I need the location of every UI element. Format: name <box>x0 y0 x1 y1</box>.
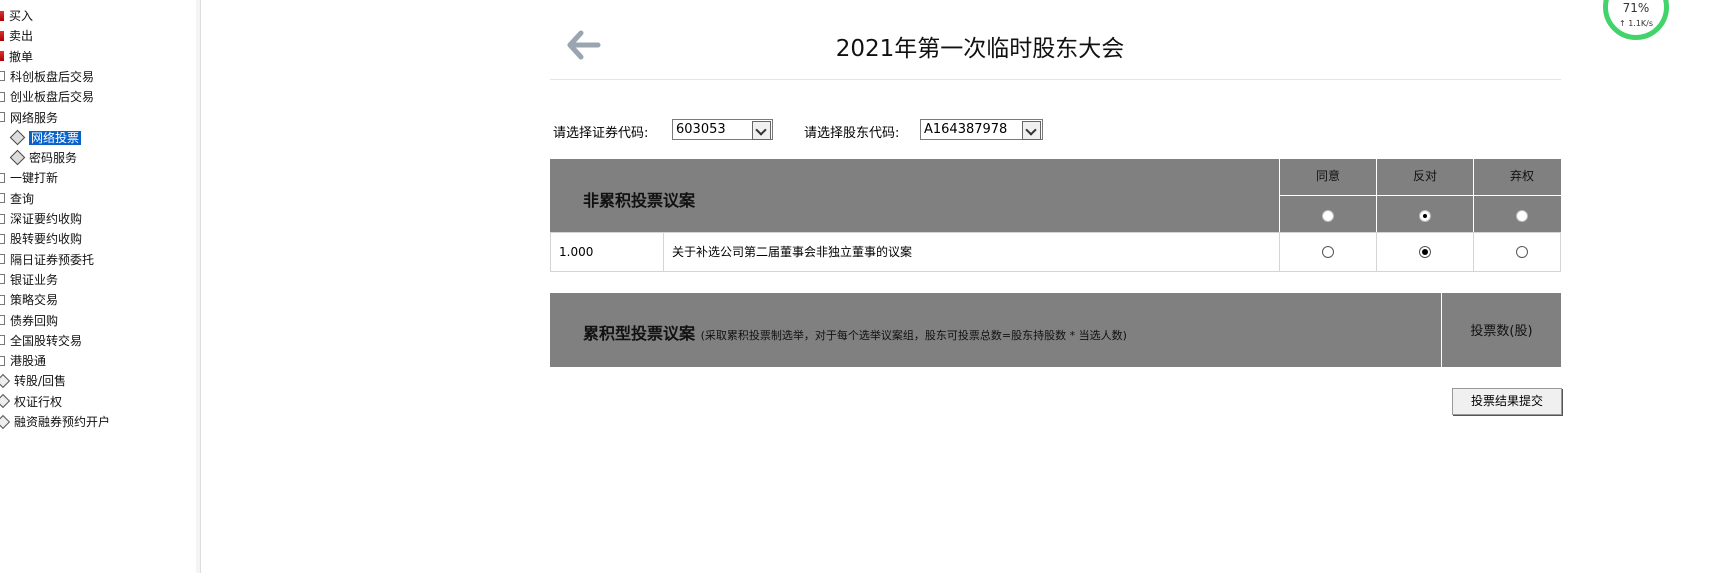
folder-icon <box>0 294 5 305</box>
tree-item[interactable]: 一键打新 <box>0 169 58 187</box>
tree-item-label: 创业板盘后交易 <box>10 90 95 105</box>
sell-icon <box>0 30 4 41</box>
tree-item-label: 全国股转交易 <box>10 333 83 348</box>
page-title: 2021年第一次临时股东大会 <box>835 36 1125 62</box>
security-code-value: 603053 <box>676 122 726 137</box>
tree-item-label: 银证业务 <box>10 272 59 287</box>
title-divider <box>550 79 1561 80</box>
abstain-radio[interactable] <box>1516 246 1528 258</box>
speed-percent: 71% <box>1622 1 1650 15</box>
tree-item-label: 权证行权 <box>14 394 63 409</box>
tree-item-label: 港股通 <box>10 354 47 369</box>
column-vote-count: 投票数(股) <box>1470 324 1533 339</box>
cumulative-note: (采取累积投票制选举，对于每个选举议案组，股东可投票总数=股东持股数 * 当选人… <box>700 329 1127 342</box>
noncumulative-table: 非累积投票议案 同意 反对 弃权 1.000 关于补选公司第二届董事会非独立董事… <box>550 159 1561 272</box>
folder-icon <box>0 213 5 224</box>
folder-icon <box>0 91 5 102</box>
tree-item[interactable]: 港股通 <box>0 352 46 370</box>
tree-item[interactable]: 债券回购 <box>0 312 58 330</box>
tree-item[interactable]: 转股/回售 <box>0 372 66 390</box>
folder-icon <box>0 112 5 122</box>
select-all-agree-radio[interactable] <box>1322 210 1334 222</box>
folder-icon <box>0 172 5 183</box>
tree-item-label: 转股/回售 <box>14 374 67 389</box>
noncumulative-title: 非累积投票议案 <box>583 191 696 210</box>
tree-item-label: 买入 <box>9 9 34 23</box>
tree-item[interactable]: 隔日证券预委托 <box>0 251 94 269</box>
select-all-oppose-radio[interactable] <box>1419 210 1431 222</box>
tree-item[interactable]: 撤单 <box>0 48 33 66</box>
column-oppose: 反对 <box>1412 169 1437 183</box>
diamond-icon <box>0 414 11 429</box>
tree-item-label: 科创板盘后交易 <box>10 69 95 84</box>
tree-item-label: 卖出 <box>9 29 34 44</box>
tree-item[interactable]: 查询 <box>0 190 34 208</box>
holder-code-select[interactable]: A164387978 <box>920 119 1043 140</box>
cancel-order-icon <box>0 51 4 62</box>
folder-icon <box>0 233 5 244</box>
proposal-text: 关于补选公司第二届董事会非独立董事的议案 <box>672 245 913 259</box>
diamond-icon <box>9 129 26 146</box>
diamond-icon <box>9 149 26 166</box>
tree-item-label: 股转要约收购 <box>10 232 83 247</box>
tree-item-label: 一键打新 <box>10 171 59 186</box>
tree-item-label: 隔日证券预委托 <box>10 252 95 267</box>
folder-icon <box>0 315 5 325</box>
folder-icon <box>0 355 5 366</box>
speed-widget[interactable]: 71% ↑ 1.1K/s <box>1603 0 1669 40</box>
tree-item[interactable]: 创业板盘后交易 <box>0 88 94 106</box>
tree-item[interactable]: 买入 <box>0 7 33 25</box>
oppose-radio[interactable] <box>1419 246 1431 258</box>
tree-item-label: 策略交易 <box>10 293 59 308</box>
noncumulative-header: 非累积投票议案 同意 反对 弃权 <box>550 159 1561 232</box>
diamond-icon <box>0 394 11 409</box>
diamond-icon <box>0 373 11 388</box>
buy-icon <box>0 10 4 21</box>
tree-item-label: 网络服务 <box>10 110 59 125</box>
tree-item[interactable]: 卖出 <box>0 27 33 45</box>
folder-icon <box>0 274 5 285</box>
tree-item[interactable]: 网络投票 <box>9 129 82 147</box>
tree-item[interactable]: 密码服务 <box>9 149 78 167</box>
tree-item-label: 债券回购 <box>10 313 59 328</box>
folder-icon <box>0 193 5 204</box>
tree-item[interactable]: 权证行权 <box>0 393 62 411</box>
cumulative-table: 累积型投票议案 (采取累积投票制选举，对于每个选举议案组，股东可投票总数=股东持… <box>550 293 1561 367</box>
proposal-number: 1.000 <box>559 245 594 259</box>
security-code-label: 请选择证券代码: <box>553 126 649 141</box>
select-all-abstain-radio[interactable] <box>1516 210 1528 222</box>
folder-icon <box>0 254 5 265</box>
tree-item[interactable]: 网络服务 <box>0 109 58 127</box>
chevron-down-icon[interactable] <box>752 121 771 140</box>
folder-icon <box>0 335 5 346</box>
tree-item-label: 撤单 <box>9 49 34 64</box>
folder-icon <box>0 71 5 82</box>
submit-vote-button[interactable]: 投票结果提交 <box>1452 388 1562 415</box>
tree-item[interactable]: 科创板盘后交易 <box>0 68 94 86</box>
chevron-down-icon[interactable] <box>1022 121 1041 140</box>
cumulative-title: 累积型投票议案 (采取累积投票制选举，对于每个选举议案组，股东可投票总数=股东持… <box>583 324 1127 343</box>
tree-item[interactable]: 深证要约收购 <box>0 210 82 228</box>
tree-item[interactable]: 策略交易 <box>0 291 58 309</box>
tree-item[interactable]: 股转要约收购 <box>0 230 82 248</box>
tree-item[interactable]: 银证业务 <box>0 271 58 289</box>
tree-item-label: 深证要约收购 <box>10 212 83 226</box>
column-abstain: 弃权 <box>1509 169 1534 183</box>
agree-radio[interactable] <box>1322 246 1334 258</box>
tree-item-label: 融资融券预约开户 <box>14 415 111 429</box>
security-code-select[interactable]: 603053 <box>672 119 773 140</box>
speed-rate: ↑ 1.1K/s <box>1618 19 1654 28</box>
tree-item-label: 密码服务 <box>29 151 78 166</box>
nav-tree: 买入卖出撤单科创板盘后交易 创业板盘后交易 网络服务网络投票密码服务一键打新查询深证… <box>0 0 197 573</box>
tree-item[interactable]: 融资融券预约开户 <box>0 413 110 431</box>
back-arrow-icon[interactable] <box>567 30 603 60</box>
holder-code-label: 请选择股东代码: <box>804 126 900 141</box>
column-agree: 同意 <box>1315 169 1340 183</box>
tree-item[interactable]: 全国股转交易 <box>0 332 82 350</box>
table-row: 1.000 关于补选公司第二届董事会非独立董事的议案 <box>550 232 1561 272</box>
tree-item-label: 网络投票 <box>29 130 82 145</box>
holder-code-value: A164387978 <box>924 122 1008 137</box>
tree-item-label: 查询 <box>10 191 35 206</box>
tree-panel-divider[interactable] <box>196 0 201 573</box>
